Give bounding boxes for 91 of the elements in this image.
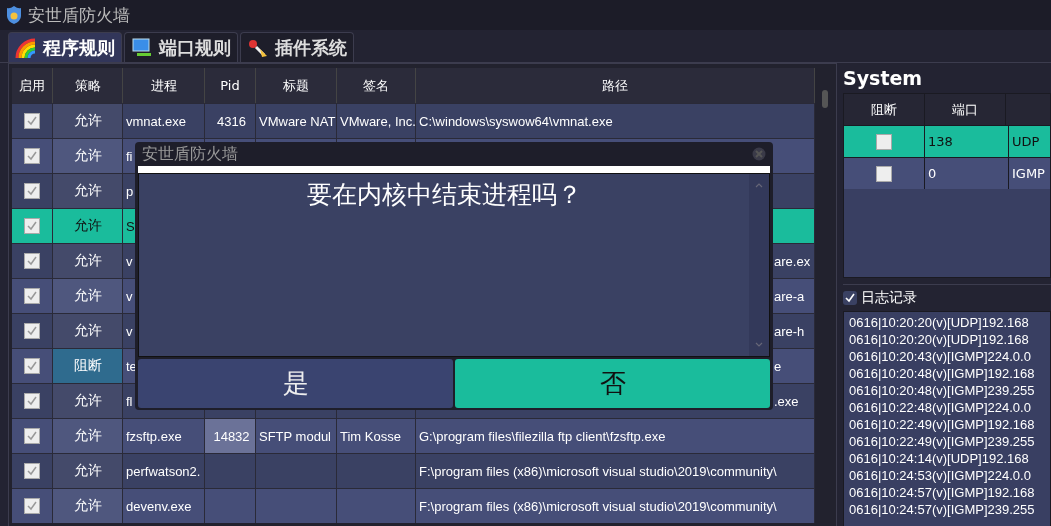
checkbox[interactable] (24, 358, 40, 374)
table-cell: p (126, 183, 134, 199)
checkbox[interactable] (24, 183, 40, 199)
policy-cell: 阻断 (53, 349, 123, 383)
checkbox[interactable] (876, 133, 892, 150)
checkbox[interactable] (24, 498, 40, 514)
shield-icon (6, 6, 22, 24)
rainbow-icon (15, 37, 37, 58)
window-title: 安世盾防火墙 (28, 3, 130, 27)
policy-cell: 允许 (53, 489, 123, 523)
table-cell: are.ex (774, 253, 811, 269)
policy-cell: 允许 (53, 419, 123, 453)
table-cell: VMware NAT (259, 113, 336, 129)
monitor-icon (131, 37, 153, 58)
table-cell: C:\windows\syswow64\vmnat.exe (419, 113, 613, 129)
checkbox[interactable] (24, 393, 40, 409)
table-cell: fzsftp.exe (126, 428, 182, 444)
table-row[interactable]: 允许 perfwatson2. F:\program files (x86)\microsoft visual studio\2019\community\ (12, 453, 815, 488)
dialog-button[interactable]: 否 (455, 359, 770, 408)
policy-cell: 允许 (53, 279, 123, 313)
table-cell: 138 (928, 134, 953, 149)
log-line: 0616|10:24:14(v)[UDP]192.168 (849, 450, 1030, 467)
policy-cell: 允许 (53, 454, 123, 488)
pid-cell: 14832 (205, 419, 256, 453)
checkbox[interactable] (24, 113, 40, 129)
table-cell: e (774, 358, 782, 374)
table-cell: are-h (774, 323, 805, 339)
table-cell: v (126, 323, 133, 339)
table-cell: SFTP modul (259, 428, 331, 444)
tab[interactable]: 程序规则 (8, 32, 122, 62)
checkbox[interactable] (876, 165, 892, 182)
table-cell: F:\program files (x86)\microsoft visual studio\2019\community\ (419, 463, 777, 479)
log-line: 0616|10:20:20(v)[UDP]192.168 (849, 314, 1030, 331)
log-line: 0616|10:20:20(v)[UDP]192.168 (849, 331, 1030, 348)
scrollbar-thumb[interactable] (822, 90, 828, 108)
table-cell: fi (126, 148, 133, 164)
table-cell: devenv.exe (126, 498, 192, 514)
table-row[interactable]: 允许 devenv.exe F:\program files (x86)\microsoft visual studio\2019\community\ (12, 488, 815, 523)
policy-cell: 允许 (53, 314, 123, 348)
log-line: 0616|10:24:57(v)[IGMP]192.168 (849, 484, 1036, 501)
table-cell: perfwatson2. (126, 463, 201, 479)
table-cell: fl (126, 393, 133, 409)
checkbox-label: 日志记录 (861, 289, 917, 307)
policy-cell: 允许 (53, 244, 123, 278)
checkbox[interactable] (24, 148, 40, 164)
tab[interactable]: 端口规则 (124, 32, 238, 62)
scroll-up-icon[interactable] (755, 182, 763, 188)
checkbox[interactable] (24, 288, 40, 304)
close-icon[interactable] (752, 147, 766, 161)
checkbox[interactable] (843, 291, 857, 305)
policy-cell: 允许 (53, 139, 123, 173)
table-cell: are-a (774, 288, 805, 304)
table-cell: .exe (774, 393, 799, 409)
log-line: 0616|10:22:49(v)[IGMP]192.168 (849, 416, 1036, 433)
checkbox[interactable] (24, 323, 40, 339)
checkbox[interactable] (24, 253, 40, 269)
plug-icon (247, 37, 269, 58)
table-cell: S (126, 218, 135, 234)
table-cell: vmnat.exe (126, 113, 186, 129)
log-line: 0616|10:24:53(v)[IGMP]224.0.0 (849, 467, 1032, 484)
table-cell: v (126, 253, 133, 269)
table-cell: 0 (928, 166, 937, 181)
dialog-title: 安世盾防火墙 (142, 143, 238, 165)
table-cell: UDP (1012, 134, 1040, 149)
policy-cell: 允许 (53, 104, 123, 138)
checkbox[interactable] (24, 428, 40, 444)
log-line: 0616|10:20:48(v)[IGMP]239.255 (849, 382, 1036, 399)
table-cell: Tim Kosse (340, 428, 401, 444)
table-cell: G:\program files\filezilla ftp client\fzsftp.exe (419, 428, 666, 444)
panel-title: System (843, 66, 924, 91)
checkbox[interactable] (24, 218, 40, 234)
log-line: 0616|10:24:57(v)[IGMP]239.255 (849, 501, 1036, 518)
table-row[interactable]: 允许 vmnat.exe 4316 VMware NAT VMware, Inc. C:\windows\syswow64\vmnat.exe (12, 103, 815, 138)
table-cell: IGMP (1012, 166, 1045, 181)
log-line: 0616|10:20:48(v)[IGMP]192.168 (849, 365, 1036, 382)
table-cell: VMware, Inc. (340, 113, 415, 129)
table-cell: F:\program files (x86)\microsoft visual studio\2019\community\ (419, 498, 777, 514)
table-cell: v (126, 288, 133, 304)
table-row[interactable]: 138 UDP (844, 125, 1050, 157)
policy-cell: 允许 (53, 174, 123, 208)
dialog-button[interactable]: 是 (138, 359, 453, 408)
log-line: 0616|10:22:48(v)[IGMP]224.0.0 (849, 399, 1032, 416)
scroll-down-icon[interactable] (755, 342, 763, 348)
table-row[interactable]: 0 IGMP (844, 157, 1050, 189)
log-line: 0616|10:20:43(v)[IGMP]224.0.0 (849, 348, 1032, 365)
log-line: 0616|10:22:49(v)[IGMP]239.255 (849, 433, 1036, 450)
checkbox[interactable] (24, 463, 40, 479)
tab[interactable]: 插件系统 (240, 32, 354, 62)
dialog-message: 要在内核中结束进程吗？ (305, 179, 583, 211)
policy-cell: 允许 (53, 384, 123, 418)
table-row[interactable]: 允许 fzsftp.exe 14832 SFTP modul Tim Kosse G:\program files\filezilla ftp client\fzsftp.exe (12, 418, 815, 453)
